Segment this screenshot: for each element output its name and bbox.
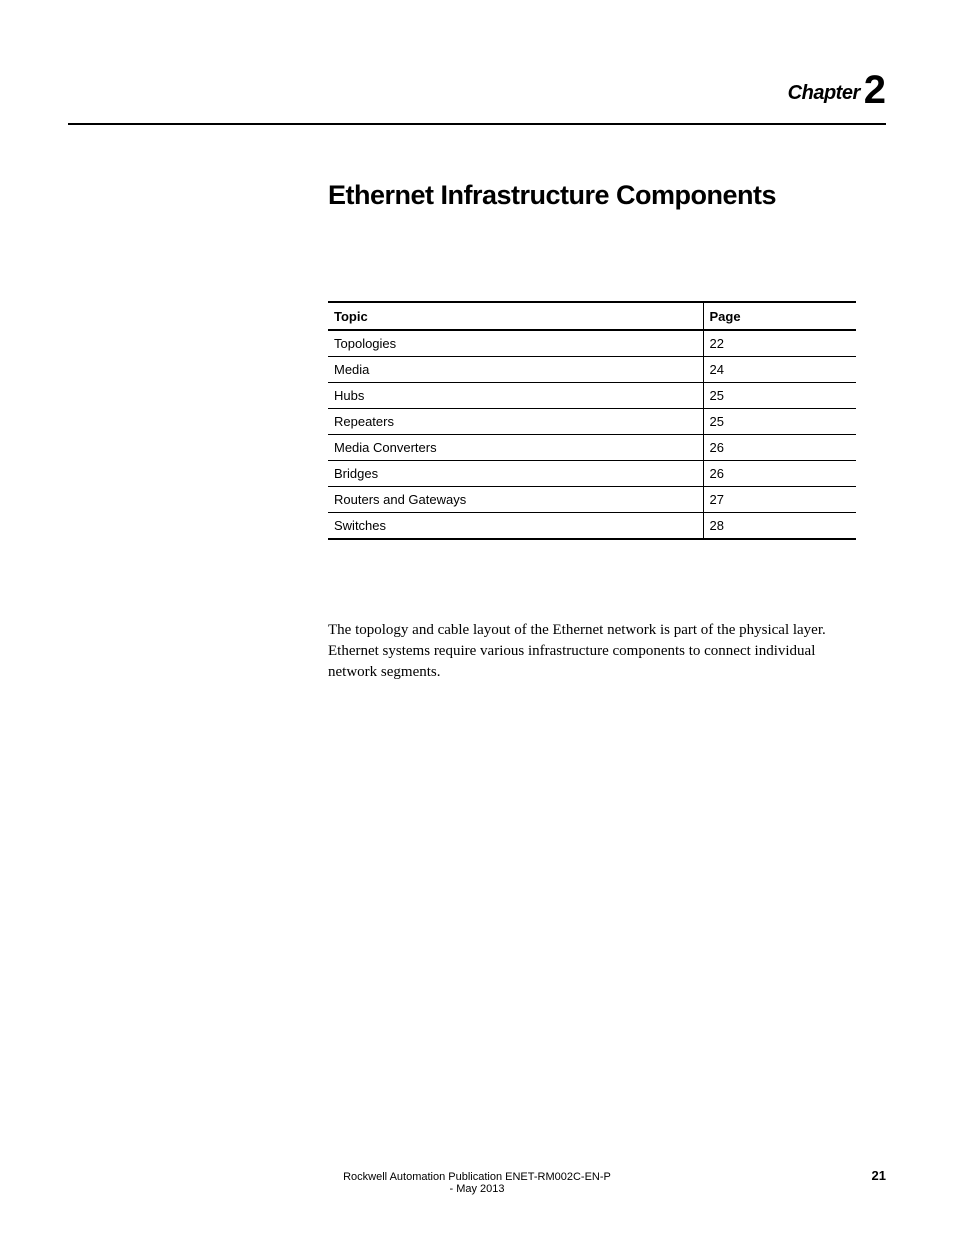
footer-publication: Rockwell Automation Publication ENET-RM0… — [341, 1171, 614, 1195]
toc-table: Topic Page Topologies 22 Media 24 Hubs 2… — [328, 301, 856, 540]
toc-topic: Media Converters — [328, 435, 703, 461]
table-row: Switches 28 — [328, 513, 856, 540]
table-row: Media Converters 26 — [328, 435, 856, 461]
page-title: Ethernet Infrastructure Components — [328, 180, 886, 211]
table-row: Routers and Gateways 27 — [328, 487, 856, 513]
table-row: Bridges 26 — [328, 461, 856, 487]
toc-page: 26 — [703, 461, 856, 487]
chapter-number: 2 — [864, 68, 886, 112]
body-paragraph: The topology and cable layout of the Eth… — [328, 620, 856, 683]
table-row: Media 24 — [328, 357, 856, 383]
toc-page: 24 — [703, 357, 856, 383]
toc-page: 28 — [703, 513, 856, 540]
table-row: Topologies 22 — [328, 330, 856, 357]
toc-page: 26 — [703, 435, 856, 461]
toc-header-page: Page — [703, 302, 856, 330]
chapter-header: Chapter2 — [68, 68, 886, 125]
toc-topic: Switches — [328, 513, 703, 540]
page-footer: Rockwell Automation Publication ENET-RM0… — [68, 1168, 886, 1195]
toc-topic: Bridges — [328, 461, 703, 487]
toc-topic: Topologies — [328, 330, 703, 357]
footer-page-number: 21 — [613, 1168, 886, 1183]
toc-topic: Media — [328, 357, 703, 383]
chapter-label: Chapter — [788, 82, 860, 104]
toc-page: 25 — [703, 409, 856, 435]
toc-topic: Repeaters — [328, 409, 703, 435]
table-row: Repeaters 25 — [328, 409, 856, 435]
toc-page: 27 — [703, 487, 856, 513]
toc-topic: Routers and Gateways — [328, 487, 703, 513]
toc-page: 22 — [703, 330, 856, 357]
toc-header-topic: Topic — [328, 302, 703, 330]
toc-topic: Hubs — [328, 383, 703, 409]
table-row: Hubs 25 — [328, 383, 856, 409]
toc-page: 25 — [703, 383, 856, 409]
